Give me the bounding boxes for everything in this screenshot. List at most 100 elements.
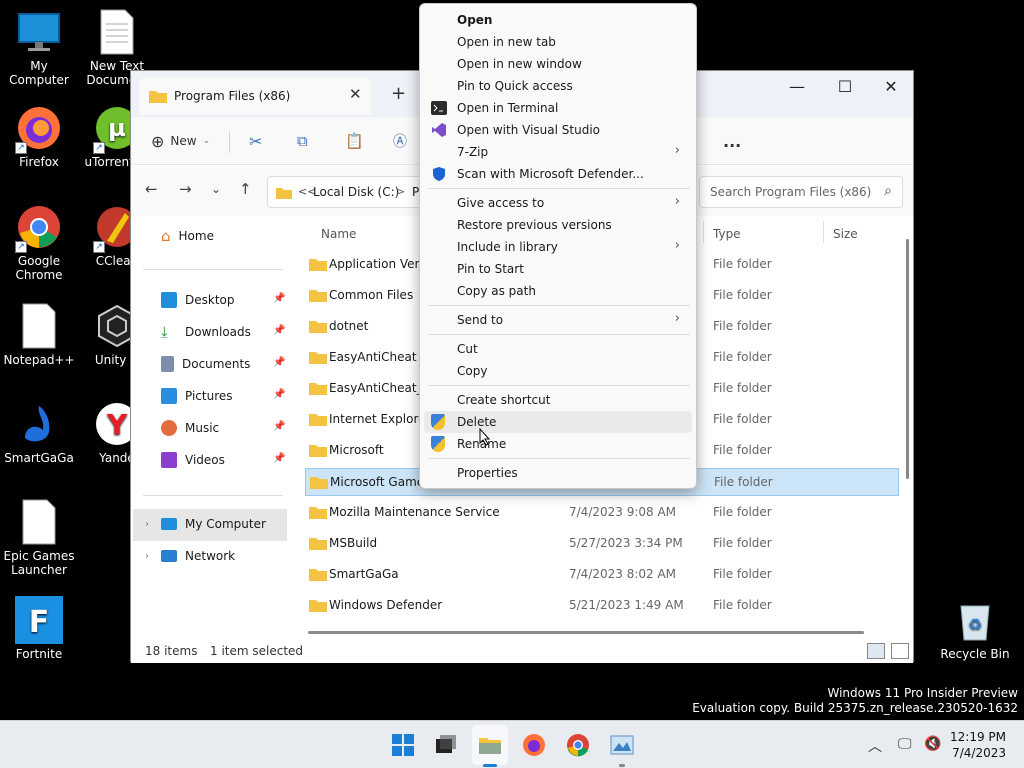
close-window-icon[interactable]: ✕ bbox=[871, 77, 911, 96]
sidebar-item-home[interactable]: ⌂ Home bbox=[161, 225, 214, 247]
image-viewer-icon[interactable] bbox=[610, 733, 634, 757]
menu-item-open[interactable]: Open bbox=[424, 9, 692, 31]
running-indicator bbox=[619, 764, 625, 767]
pin-icon[interactable]: 📌 bbox=[273, 357, 285, 368]
more-options-icon[interactable]: ... bbox=[723, 129, 741, 153]
menu-item-7zip[interactable]: 7-Zip › bbox=[424, 141, 692, 163]
search-placeholder: Search Program Files (x86) bbox=[710, 185, 872, 199]
breadcrumb-local-disk[interactable]: Local Disk (C:) bbox=[313, 185, 399, 199]
back-arrow-icon[interactable]: ← bbox=[145, 180, 158, 198]
new-button[interactable]: ⊕ New ⌄ bbox=[151, 129, 210, 153]
details-view-icon[interactable] bbox=[867, 643, 885, 659]
table-row[interactable]: SmartGaGa 7/4/2023 8:02 AM File folder bbox=[305, 561, 899, 589]
show-hidden-icons-chevron[interactable]: ︿ bbox=[868, 736, 882, 756]
chrome-taskbar-icon[interactable] bbox=[566, 733, 590, 757]
menu-item-restore-versions[interactable]: Restore previous versions bbox=[424, 214, 692, 236]
menu-item-include-library[interactable]: Include in library › bbox=[424, 236, 692, 258]
desktop-icon-fortnite[interactable]: F Fortnite bbox=[0, 596, 78, 661]
sidebar-item-label: Desktop bbox=[185, 293, 235, 307]
menu-item-delete[interactable]: Delete bbox=[424, 411, 692, 433]
desktop-icon-smartgaga[interactable]: SmartGaGa bbox=[0, 400, 78, 465]
table-row[interactable]: MSBuild 5/27/2023 3:34 PM File folder bbox=[305, 530, 899, 558]
network-status-icon[interactable]: 🖵 bbox=[898, 736, 912, 752]
column-header-size[interactable]: Size bbox=[833, 227, 858, 241]
search-box[interactable]: Search Program Files (x86) ⌕ bbox=[699, 176, 903, 208]
menu-item-label: Copy bbox=[457, 364, 488, 378]
task-view-icon[interactable] bbox=[433, 733, 457, 757]
recent-chevron-icon[interactable]: ⌄ bbox=[211, 182, 221, 196]
sidebar-item-documents[interactable]: Documents bbox=[161, 353, 250, 375]
sidebar-item-videos[interactable]: Videos bbox=[161, 449, 225, 471]
menu-item-copy[interactable]: Copy bbox=[424, 360, 692, 382]
paste-icon[interactable]: 📋 bbox=[345, 129, 364, 153]
sidebar-item-label: Home bbox=[178, 229, 214, 243]
pin-icon[interactable]: 📌 bbox=[273, 421, 285, 432]
desktop-icon-google-chrome[interactable]: ↗ Google Chrome bbox=[0, 203, 78, 282]
menu-item-label: Include in library bbox=[457, 240, 558, 254]
windows-start-icon[interactable] bbox=[391, 733, 415, 757]
up-arrow-icon[interactable]: ↑ bbox=[239, 180, 252, 198]
plus-circle-icon: ⊕ bbox=[151, 131, 165, 151]
menu-item-open-visual-studio[interactable]: Open with Visual Studio bbox=[424, 119, 692, 141]
menu-item-label: Scan with Microsoft Defender... bbox=[457, 167, 644, 181]
menu-separator bbox=[428, 334, 690, 335]
menu-item-open-in-terminal[interactable]: Open in Terminal bbox=[424, 97, 692, 119]
menu-item-rename[interactable]: Rename bbox=[424, 433, 692, 455]
maximize-icon[interactable]: ☐ bbox=[825, 77, 865, 96]
table-row[interactable]: Mozilla Maintenance Service 7/4/2023 9:08… bbox=[305, 499, 899, 527]
menu-item-label: Delete bbox=[457, 415, 497, 429]
sidebar-item-downloads[interactable]: ⤓ Downloads bbox=[161, 321, 251, 343]
sidebar-item-network[interactable]: Network bbox=[161, 545, 235, 567]
pin-icon[interactable]: 📌 bbox=[273, 325, 285, 336]
sidebar-item-label: Videos bbox=[185, 453, 225, 467]
menu-item-copy-as-path[interactable]: Copy as path bbox=[424, 280, 692, 302]
menu-item-scan-defender[interactable]: Scan with Microsoft Defender... bbox=[424, 163, 692, 185]
rename-icon[interactable]: Ⓐ bbox=[393, 129, 407, 153]
table-row[interactable]: Windows Defender 5/21/2023 1:49 AM File fo… bbox=[305, 592, 899, 620]
menu-item-open-new-window[interactable]: Open in new window bbox=[424, 53, 692, 75]
menu-item-give-access[interactable]: Give access to › bbox=[424, 192, 692, 214]
desktop-icon-recycle-bin[interactable]: ♻ Recycle Bin bbox=[936, 596, 1014, 661]
menu-item-pin-quick-access[interactable]: Pin to Quick access bbox=[424, 75, 692, 97]
menu-item-create-shortcut[interactable]: Create shortcut bbox=[424, 389, 692, 411]
horizontal-scrollbar[interactable] bbox=[308, 631, 864, 634]
desktop-icon-my-computer[interactable]: My Computer bbox=[0, 8, 78, 87]
desktop-icon-firefox[interactable]: ↗ Firefox bbox=[0, 104, 78, 169]
menu-item-pin-start[interactable]: Pin to Start bbox=[424, 258, 692, 280]
sidebar-item-desktop[interactable]: Desktop bbox=[161, 289, 235, 311]
folder-icon bbox=[309, 536, 327, 553]
file-explorer-icon[interactable] bbox=[478, 733, 502, 757]
system-clock[interactable]: 12:19 PM 7/4/2023 bbox=[950, 729, 1006, 761]
new-tab-icon[interactable]: + bbox=[391, 83, 406, 104]
menu-item-open-new-tab[interactable]: Open in new tab bbox=[424, 31, 692, 53]
cut-icon[interactable]: ✂ bbox=[249, 129, 262, 153]
desktop-icon-notepad-plus-plus[interactable]: Notepad++ bbox=[0, 302, 78, 367]
minimize-icon[interactable]: — bbox=[777, 77, 817, 96]
column-header-type[interactable]: Type bbox=[713, 227, 741, 241]
tab-program-files[interactable]: Program Files (x86) ✕ bbox=[139, 77, 371, 115]
column-header-name[interactable]: Name bbox=[321, 227, 356, 241]
sidebar-item-pictures[interactable]: Pictures bbox=[161, 385, 233, 407]
pin-icon[interactable]: 📌 bbox=[273, 453, 285, 464]
close-tab-icon[interactable]: ✕ bbox=[349, 85, 362, 103]
pin-icon[interactable]: 📌 bbox=[273, 389, 285, 400]
copy-icon[interactable]: ⧉ bbox=[297, 129, 308, 153]
menu-item-cut[interactable]: Cut bbox=[424, 338, 692, 360]
visual-studio-icon bbox=[431, 122, 447, 138]
pin-icon[interactable]: 📌 bbox=[273, 293, 285, 304]
expand-chevron-icon[interactable]: › bbox=[145, 551, 149, 562]
menu-item-send-to[interactable]: Send to › bbox=[424, 309, 692, 331]
vertical-scrollbar[interactable] bbox=[906, 239, 909, 479]
tiles-view-icon[interactable] bbox=[891, 643, 909, 659]
firefox-taskbar-icon[interactable] bbox=[522, 733, 546, 757]
uac-shield-icon bbox=[431, 436, 447, 452]
sidebar-item-label: Downloads bbox=[185, 325, 251, 339]
sidebar-item-my-computer[interactable]: My Computer bbox=[161, 513, 266, 535]
sidebar-item-music[interactable]: Music bbox=[161, 417, 219, 439]
folder-icon bbox=[309, 443, 327, 460]
forward-arrow-icon[interactable]: → bbox=[179, 180, 192, 198]
menu-item-properties[interactable]: Properties bbox=[424, 462, 692, 484]
expand-chevron-icon[interactable]: › bbox=[145, 519, 149, 530]
volume-muted-icon[interactable]: 🔇 bbox=[924, 736, 941, 752]
desktop-icon-epic-games[interactable]: Epic Games Launcher bbox=[0, 498, 78, 577]
